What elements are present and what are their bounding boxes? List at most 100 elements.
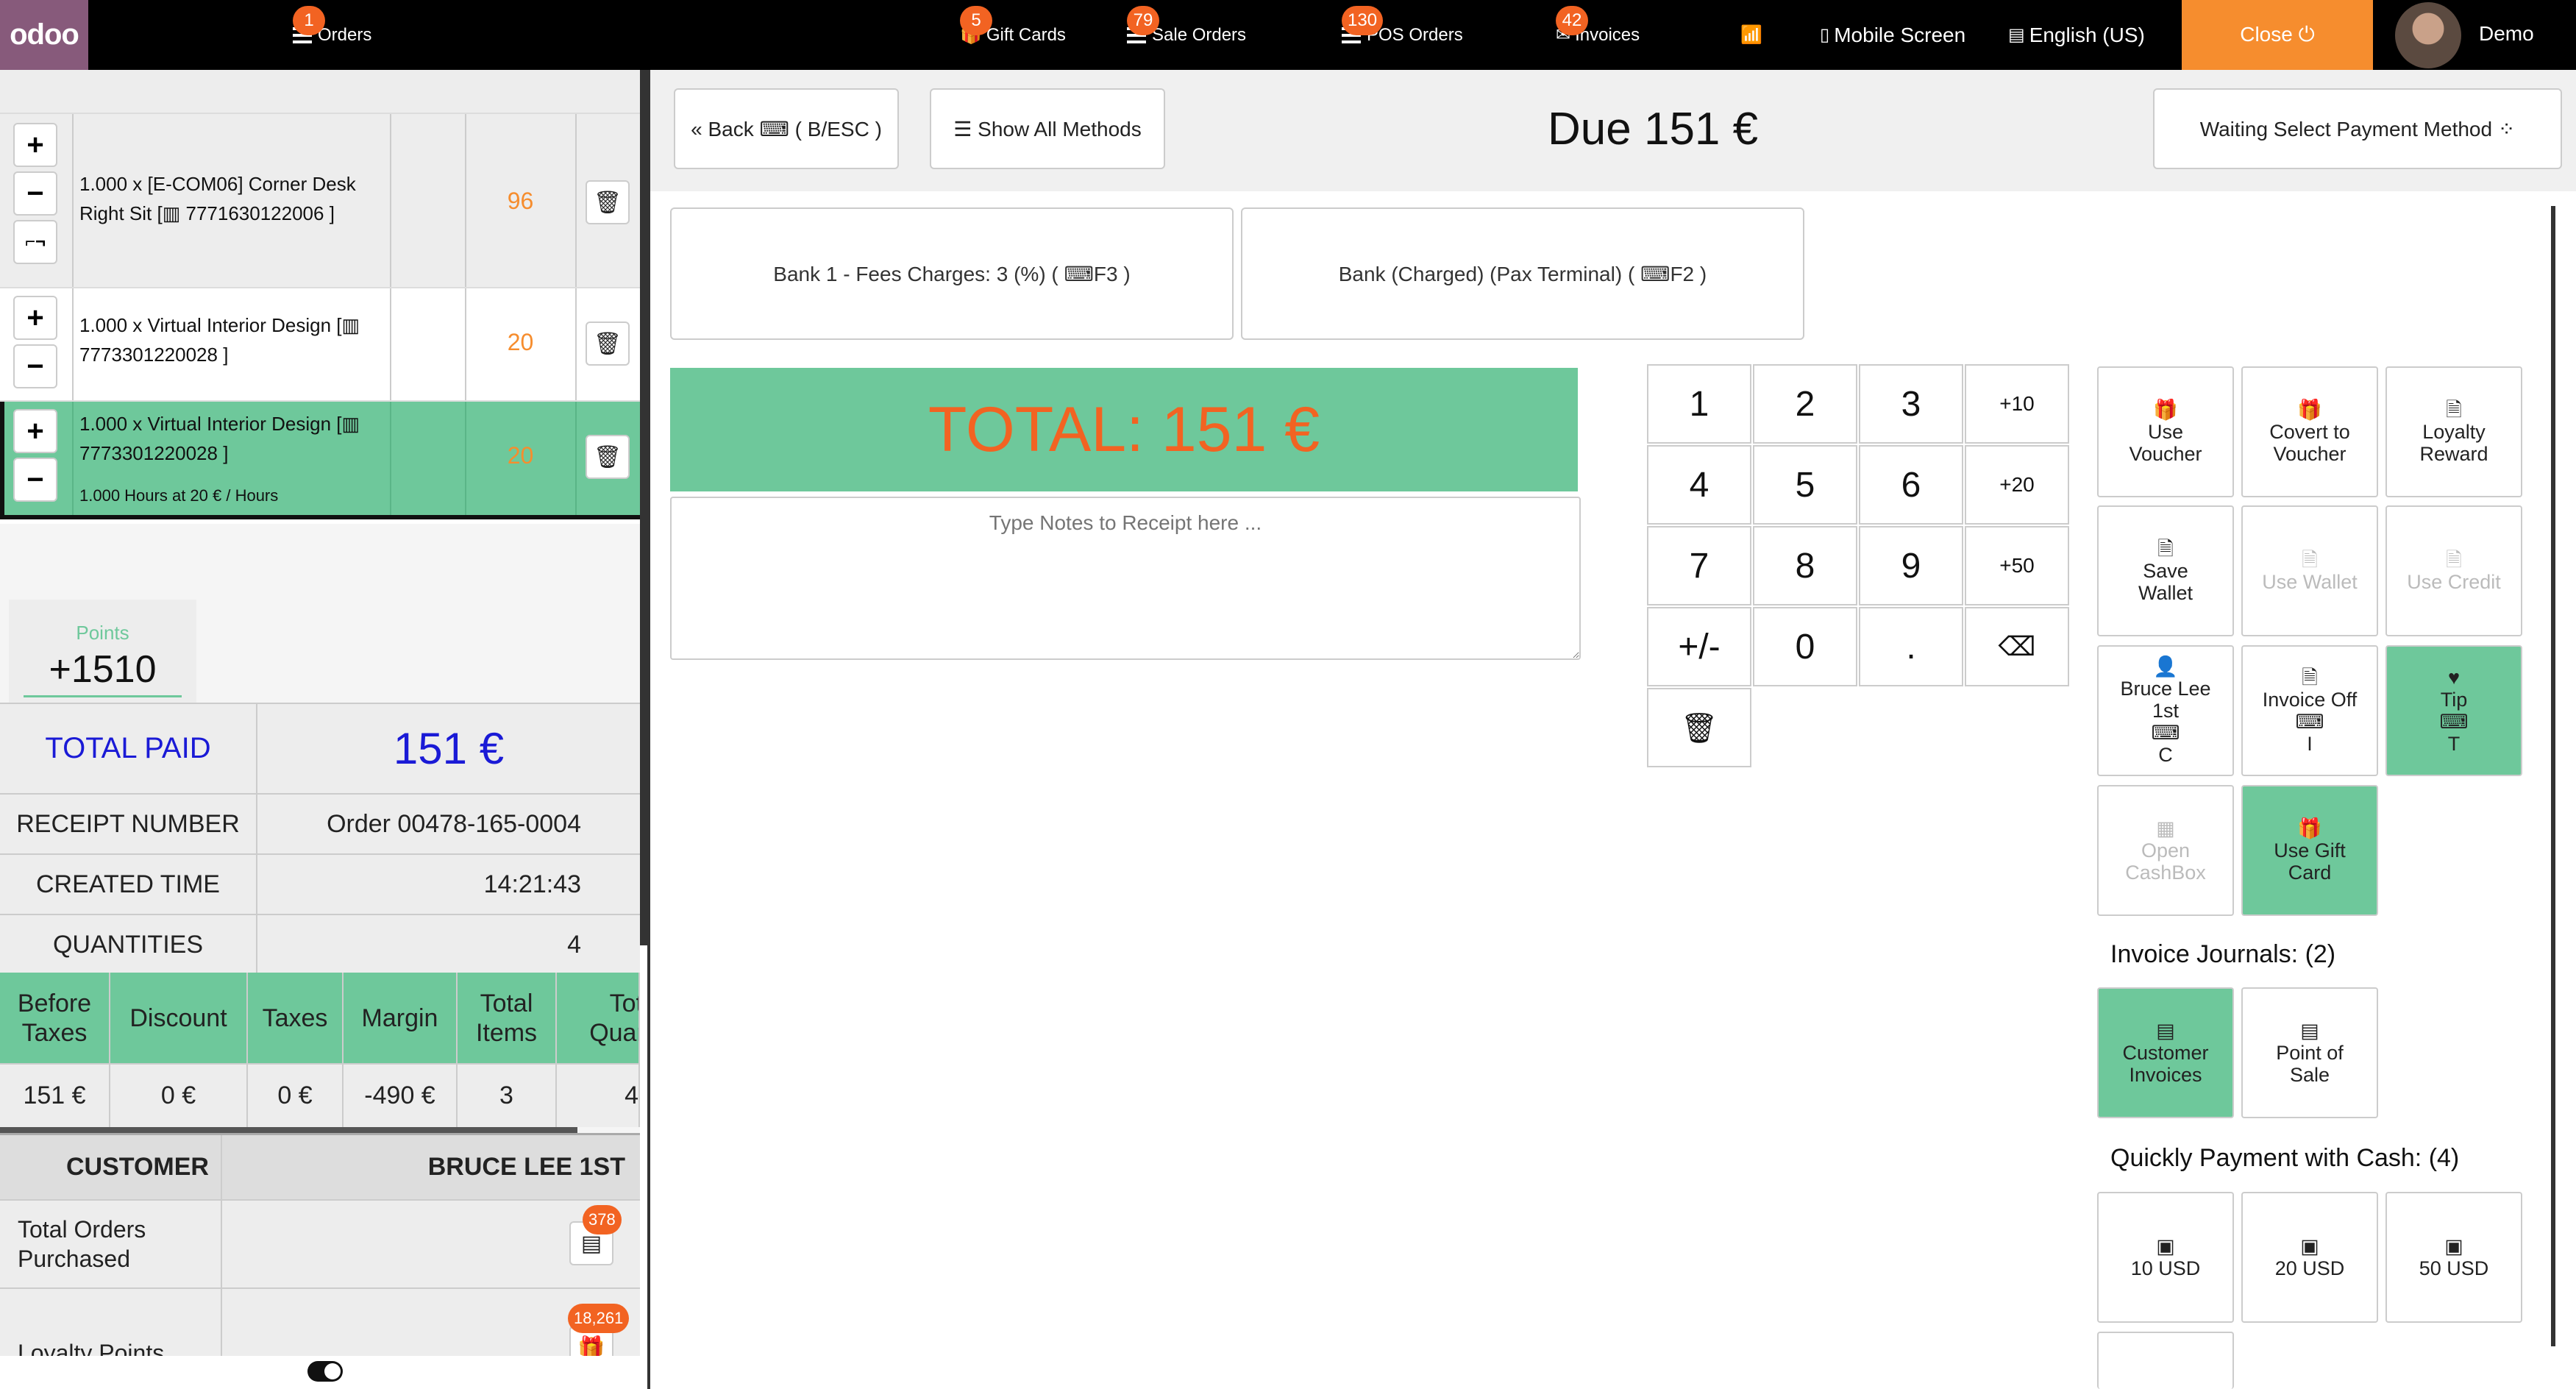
delete-line-button[interactable]: 🗑 xyxy=(586,435,630,479)
numpad-key-9[interactable]: 9 xyxy=(1859,526,1963,605)
created-value: 14:21:43 xyxy=(256,855,640,914)
numpad-key-4[interactable]: 4 xyxy=(1647,445,1751,525)
increase-button[interactable]: + xyxy=(13,409,57,453)
numpad-key-5[interactable]: 5 xyxy=(1753,445,1857,525)
order-line-price: 96 xyxy=(507,188,534,214)
increase-button[interactable]: + xyxy=(13,123,57,167)
decrease-button[interactable]: − xyxy=(13,171,57,216)
summary-value: 0 € xyxy=(277,1081,313,1109)
payment-method-bank1[interactable]: Bank 1 - Fees Charges: 3 (%) ( ⌨F3 ) xyxy=(670,207,1234,340)
numpad-key-8[interactable]: 8 xyxy=(1753,526,1857,605)
right-scrollbar[interactable] xyxy=(2551,206,2555,1346)
quantities-label: QUANTITIES xyxy=(52,930,204,959)
receipt-value: Order 00478-165-0004 xyxy=(256,795,640,853)
use-voucher-button[interactable]: 🎁 Use Voucher xyxy=(2097,366,2234,497)
nav-pos-orders[interactable]: POS Orders 130 xyxy=(1342,0,1463,70)
open-cashbox-button[interactable]: ▦ Open CashBox xyxy=(2097,785,2234,916)
loyalty-count-badge: 18,261 xyxy=(568,1304,630,1333)
invoice-off-button[interactable]: 🗎 Invoice Off ⌨ I xyxy=(2241,645,2378,776)
document-icon: 🗎 xyxy=(2302,549,2318,571)
numpad-key-plus50[interactable]: +50 xyxy=(1965,526,2069,605)
back-button[interactable]: « Back ⌨ ( B/ESC ) xyxy=(674,88,899,169)
use-credit-button[interactable]: 🗎 Use Credit xyxy=(2385,505,2522,636)
use-wallet-button[interactable]: 🗎 Use Wallet xyxy=(2241,505,2378,636)
order-line-price: 20 xyxy=(507,442,534,469)
order-line-text: 1.000 x [E-COM06] Corner Desk Right Sit … xyxy=(79,173,356,224)
receipt-notes-input[interactable] xyxy=(670,497,1581,660)
user-name[interactable]: Demo xyxy=(2479,22,2534,46)
gift-icon: 🎁 xyxy=(2297,817,2322,839)
numpad-key-decimal[interactable]: . xyxy=(1859,607,1963,686)
use-gift-card-button[interactable]: 🎁 Use Gift Card xyxy=(2241,785,2378,916)
customer-name: BRUCE LEE 1ST xyxy=(221,1135,640,1199)
summary-value: 0 € xyxy=(160,1081,196,1109)
numpad-key-backspace[interactable]: ⌫ xyxy=(1965,607,2069,686)
numpad-key-plus20[interactable]: +20 xyxy=(1965,445,2069,525)
left-scrollbar[interactable] xyxy=(640,70,647,945)
numpad-key-0[interactable]: 0 xyxy=(1753,607,1857,686)
customer-label: CUSTOMER xyxy=(66,1153,209,1181)
waiting-payment-button[interactable]: Waiting Select Payment Method ⁘ xyxy=(2153,88,2562,169)
summary-header: Total Items xyxy=(458,973,555,1065)
delete-line-button[interactable]: 🗑 xyxy=(586,180,630,224)
numpad-key-6[interactable]: 6 xyxy=(1859,445,1963,525)
numpad-key-3[interactable]: 3 xyxy=(1859,364,1963,444)
loyalty-reward-button[interactable]: 🗎 Loyalty Reward xyxy=(2385,366,2522,497)
order-line-top xyxy=(0,70,640,114)
language-icon: ▤ xyxy=(2008,25,2025,45)
numpad-key-2[interactable]: 2 xyxy=(1753,364,1857,444)
delete-line-button[interactable]: 🗑 xyxy=(586,322,630,366)
numpad-key-7[interactable]: 7 xyxy=(1647,526,1751,605)
cash-more-button[interactable] xyxy=(2097,1332,2234,1389)
tip-button[interactable]: ♥ Tip ⌨ T xyxy=(2385,645,2522,776)
gift-icon: 🎁 xyxy=(2297,399,2322,421)
order-line-unit: 1.000 Hours at 20 € / Hours xyxy=(79,486,279,505)
numpad-key-1[interactable]: 1 xyxy=(1647,364,1751,444)
toggle-switch[interactable] xyxy=(307,1361,343,1382)
customer-row: CUSTOMER BRUCE LEE 1ST xyxy=(0,1133,640,1201)
order-line-text: 1.000 x Virtual Interior Design [▥ 77733… xyxy=(79,413,360,464)
numpad-key-plus10[interactable]: +10 xyxy=(1965,364,2069,444)
show-all-methods-button[interactable]: ☰ Show All Methods xyxy=(930,88,1165,169)
language-button[interactable]: ▤ English (US) xyxy=(2008,0,2145,70)
order-line-selected[interactable]: + − 1.000 x Virtual Interior Design [▥ 77… xyxy=(0,402,640,519)
odoo-logo[interactable]: odoo xyxy=(0,0,88,70)
top-bar: odoo Orders1 🎁Gift Cards5 Sale Orders79 … xyxy=(0,0,2576,70)
cash-icon: ▣ xyxy=(2156,1235,2175,1257)
nav-invoices[interactable]: ✉ Invoices 42 xyxy=(1556,0,1640,70)
payment-method-bank-pax[interactable]: Bank (Charged) (Pax Terminal) ( ⌨F2 ) xyxy=(1241,207,1804,340)
order-line[interactable]: + − ⌐¬ 1.000 x [E-COM06] Corner Desk Right… xyxy=(0,114,640,288)
summary-table: Before Taxes 151 € Discount 0 € Taxes 0 € M… xyxy=(0,973,640,1127)
decrease-button[interactable]: − xyxy=(13,458,57,502)
cash-50-usd-button[interactable]: ▣ 50 USD xyxy=(2385,1192,2522,1323)
nav-orders[interactable]: Orders 1 xyxy=(293,0,371,70)
nav-gift-cards[interactable]: 🎁Gift Cards5 xyxy=(960,0,1066,70)
journal-customer-invoices-button[interactable]: ▤ Customer Invoices xyxy=(2097,987,2234,1118)
sale-orders-badge: 79 xyxy=(1127,6,1159,35)
customer-button[interactable]: 👤 Bruce Lee 1st ⌨ C xyxy=(2097,645,2234,776)
invoice-journals-title: Invoice Journals: (2) xyxy=(2110,940,2336,968)
numpad-trash-button[interactable]: 🗑 xyxy=(1647,688,1751,767)
close-button[interactable]: Close ⏻ xyxy=(2182,0,2373,70)
quantities-row: QUANTITIES 4 xyxy=(0,915,640,976)
receipt-label: RECEIPT NUMBER xyxy=(16,809,240,838)
avatar[interactable] xyxy=(2395,2,2461,68)
total-paid-label: TOTAL PAID xyxy=(45,732,211,764)
order-line-price: 20 xyxy=(507,329,534,355)
cash-10-usd-button[interactable]: ▣ 10 USD xyxy=(2097,1192,2234,1323)
document-icon: 🗎 xyxy=(2302,667,2318,689)
journal-point-of-sale-button[interactable]: ▤ Point of Sale xyxy=(2241,987,2378,1118)
gift-cards-badge: 5 xyxy=(960,6,992,35)
heart-icon: ♥ xyxy=(2447,667,2461,689)
cash-20-usd-button[interactable]: ▣ 20 USD xyxy=(2241,1192,2378,1323)
increase-button[interactable]: + xyxy=(13,296,57,340)
mobile-screen-button[interactable]: ▯ Mobile Screen xyxy=(1820,0,1965,70)
product-image: ⌐¬ xyxy=(13,220,57,264)
convert-voucher-button[interactable]: 🎁 Covert to Voucher xyxy=(2241,366,2378,497)
summary-header: Taxes xyxy=(248,973,342,1065)
save-wallet-button[interactable]: 🗎 Save Wallet xyxy=(2097,505,2234,636)
numpad-key-sign[interactable]: +/- xyxy=(1647,607,1751,686)
nav-sale-orders[interactable]: Sale Orders 79 xyxy=(1127,0,1246,70)
order-line[interactable]: + − 1.000 x Virtual Interior Design [▥ 77… xyxy=(0,288,640,402)
decrease-button[interactable]: − xyxy=(13,344,57,388)
